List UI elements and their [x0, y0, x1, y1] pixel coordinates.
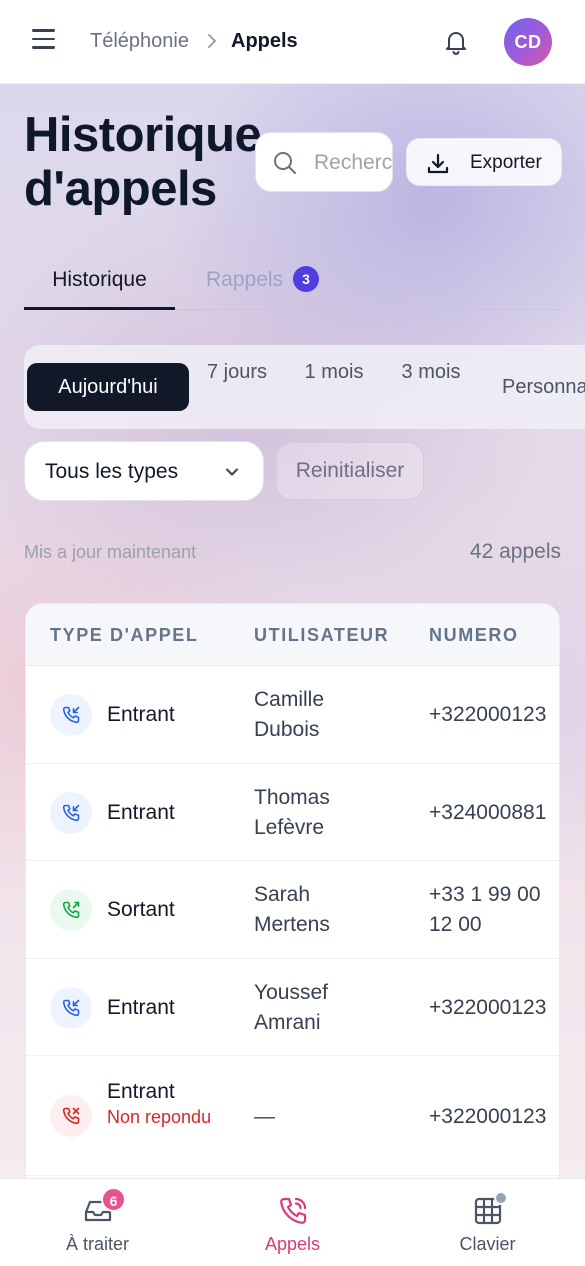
breadcrumb-parent[interactable]: Téléphonie	[90, 29, 189, 53]
table-row[interactable]: Entrant Camille Dubois +322000123	[26, 666, 559, 764]
bell-icon[interactable]	[440, 26, 472, 58]
nav-label: À traiter	[65, 1234, 130, 1254]
call-number: +322000123	[429, 1105, 547, 1128]
outgoing-call-icon	[50, 889, 92, 931]
chevron-right-icon	[208, 34, 216, 48]
breadcrumb-current: Appels	[231, 30, 298, 52]
tab-historique[interactable]: Historique	[24, 254, 175, 310]
period-today-button[interactable]: Aujourd'hui	[27, 363, 189, 411]
call-number: +322000123	[429, 703, 547, 726]
nav-label: Clavier	[459, 1234, 516, 1254]
incoming-call-icon	[50, 792, 92, 834]
incoming-call-icon	[50, 694, 92, 736]
clavier-status-dot	[494, 1191, 508, 1205]
nav-label: Appels	[264, 1234, 321, 1254]
hamburger-menu-icon[interactable]	[30, 29, 60, 53]
call-user: Youssef Amrani	[254, 981, 328, 1034]
export-label: Exporter	[470, 152, 542, 173]
export-button[interactable]: Exporter	[406, 138, 562, 186]
tab-bar: Historique Rappels 3	[24, 254, 561, 310]
avatar[interactable]: CD	[504, 18, 552, 66]
incoming-call-icon	[50, 987, 92, 1029]
nav-appels[interactable]: Appels	[195, 1179, 390, 1266]
download-icon	[427, 153, 449, 174]
call-user: Thomas Lefèvre	[254, 786, 330, 839]
period-7-days-button[interactable]: 7 jours	[202, 357, 272, 387]
call-type: Sortant	[107, 898, 175, 921]
column-header-type[interactable]: TYPE D'APPEL	[50, 624, 199, 646]
call-type: Entrant	[107, 1080, 175, 1103]
phone-icon	[280, 1197, 307, 1224]
period-custom-button[interactable]: Personnalisé	[502, 372, 585, 402]
reset-filters-button[interactable]: Reinitialiser	[276, 442, 424, 500]
nav-a-traiter[interactable]: 6 À traiter	[0, 1179, 195, 1266]
table-row[interactable]: Sortant Sarah Mertens +33 1 99 00 12 00	[26, 861, 559, 959]
table-row[interactable]: Entrant Youssef Amrani +322000123	[26, 959, 559, 1056]
call-type-missed: Entrant Non repondu	[107, 1079, 211, 1130]
call-type: Entrant	[107, 801, 175, 824]
call-user: —	[254, 1105, 275, 1128]
missed-call-icon	[50, 1095, 92, 1137]
table-row[interactable]: Entrant Non repondu — +322000123	[26, 1056, 559, 1176]
period-3-months-button[interactable]: 3 mois	[396, 357, 466, 387]
table-row[interactable]: Entrant Thomas Lefèvre +324000881	[26, 764, 559, 861]
bottom-navigation: 6 À traiter Appels Clavier	[0, 1178, 585, 1266]
call-user: Camille Dubois	[254, 688, 325, 741]
last-updated-text: Mis a jour maintenant	[24, 542, 197, 562]
call-number: +322000123	[429, 996, 547, 1019]
top-bar: Téléphonie Appels CD	[0, 0, 585, 84]
column-header-number[interactable]: NUMERO	[429, 624, 519, 646]
search-icon	[274, 152, 296, 174]
call-type-select[interactable]: Tous les types	[24, 441, 264, 501]
column-header-user[interactable]: UTILISATEUR	[254, 624, 389, 646]
search-input[interactable]	[314, 143, 392, 183]
search-box[interactable]	[255, 132, 393, 192]
tab-label: Rappels	[206, 268, 284, 291]
tab-rappels[interactable]: Rappels 3	[206, 254, 320, 309]
period-selector: Aujourd'hui 7 jours 1 mois 3 mois Person…	[24, 345, 585, 429]
page-title: Historique d'appels	[24, 108, 262, 216]
period-1-month-button[interactable]: 1 mois	[299, 357, 369, 387]
tab-label: Historique	[52, 268, 147, 291]
call-number: +33 1 99 00 12 00	[429, 883, 541, 936]
calls-count: 42 appels	[469, 540, 561, 563]
a-traiter-count-badge: 6	[101, 1187, 126, 1212]
chevron-down-icon	[226, 468, 238, 476]
calls-table: TYPE D'APPEL UTILISATEUR NUMERO Entrant …	[25, 603, 560, 1178]
call-number: +324000881	[429, 801, 547, 824]
main-content: Historique d'appels Exporter Historique …	[0, 84, 585, 1178]
table-header: TYPE D'APPEL UTILISATEUR NUMERO	[26, 604, 559, 666]
rappels-count-badge: 3	[293, 266, 320, 292]
call-type-select-value: Tous les types	[45, 460, 179, 483]
missed-status: Non repondu	[107, 1107, 212, 1127]
nav-clavier[interactable]: Clavier	[390, 1179, 585, 1266]
call-type: Entrant	[107, 996, 175, 1019]
call-type: Entrant	[107, 703, 175, 726]
call-user: Sarah Mertens	[254, 883, 330, 936]
